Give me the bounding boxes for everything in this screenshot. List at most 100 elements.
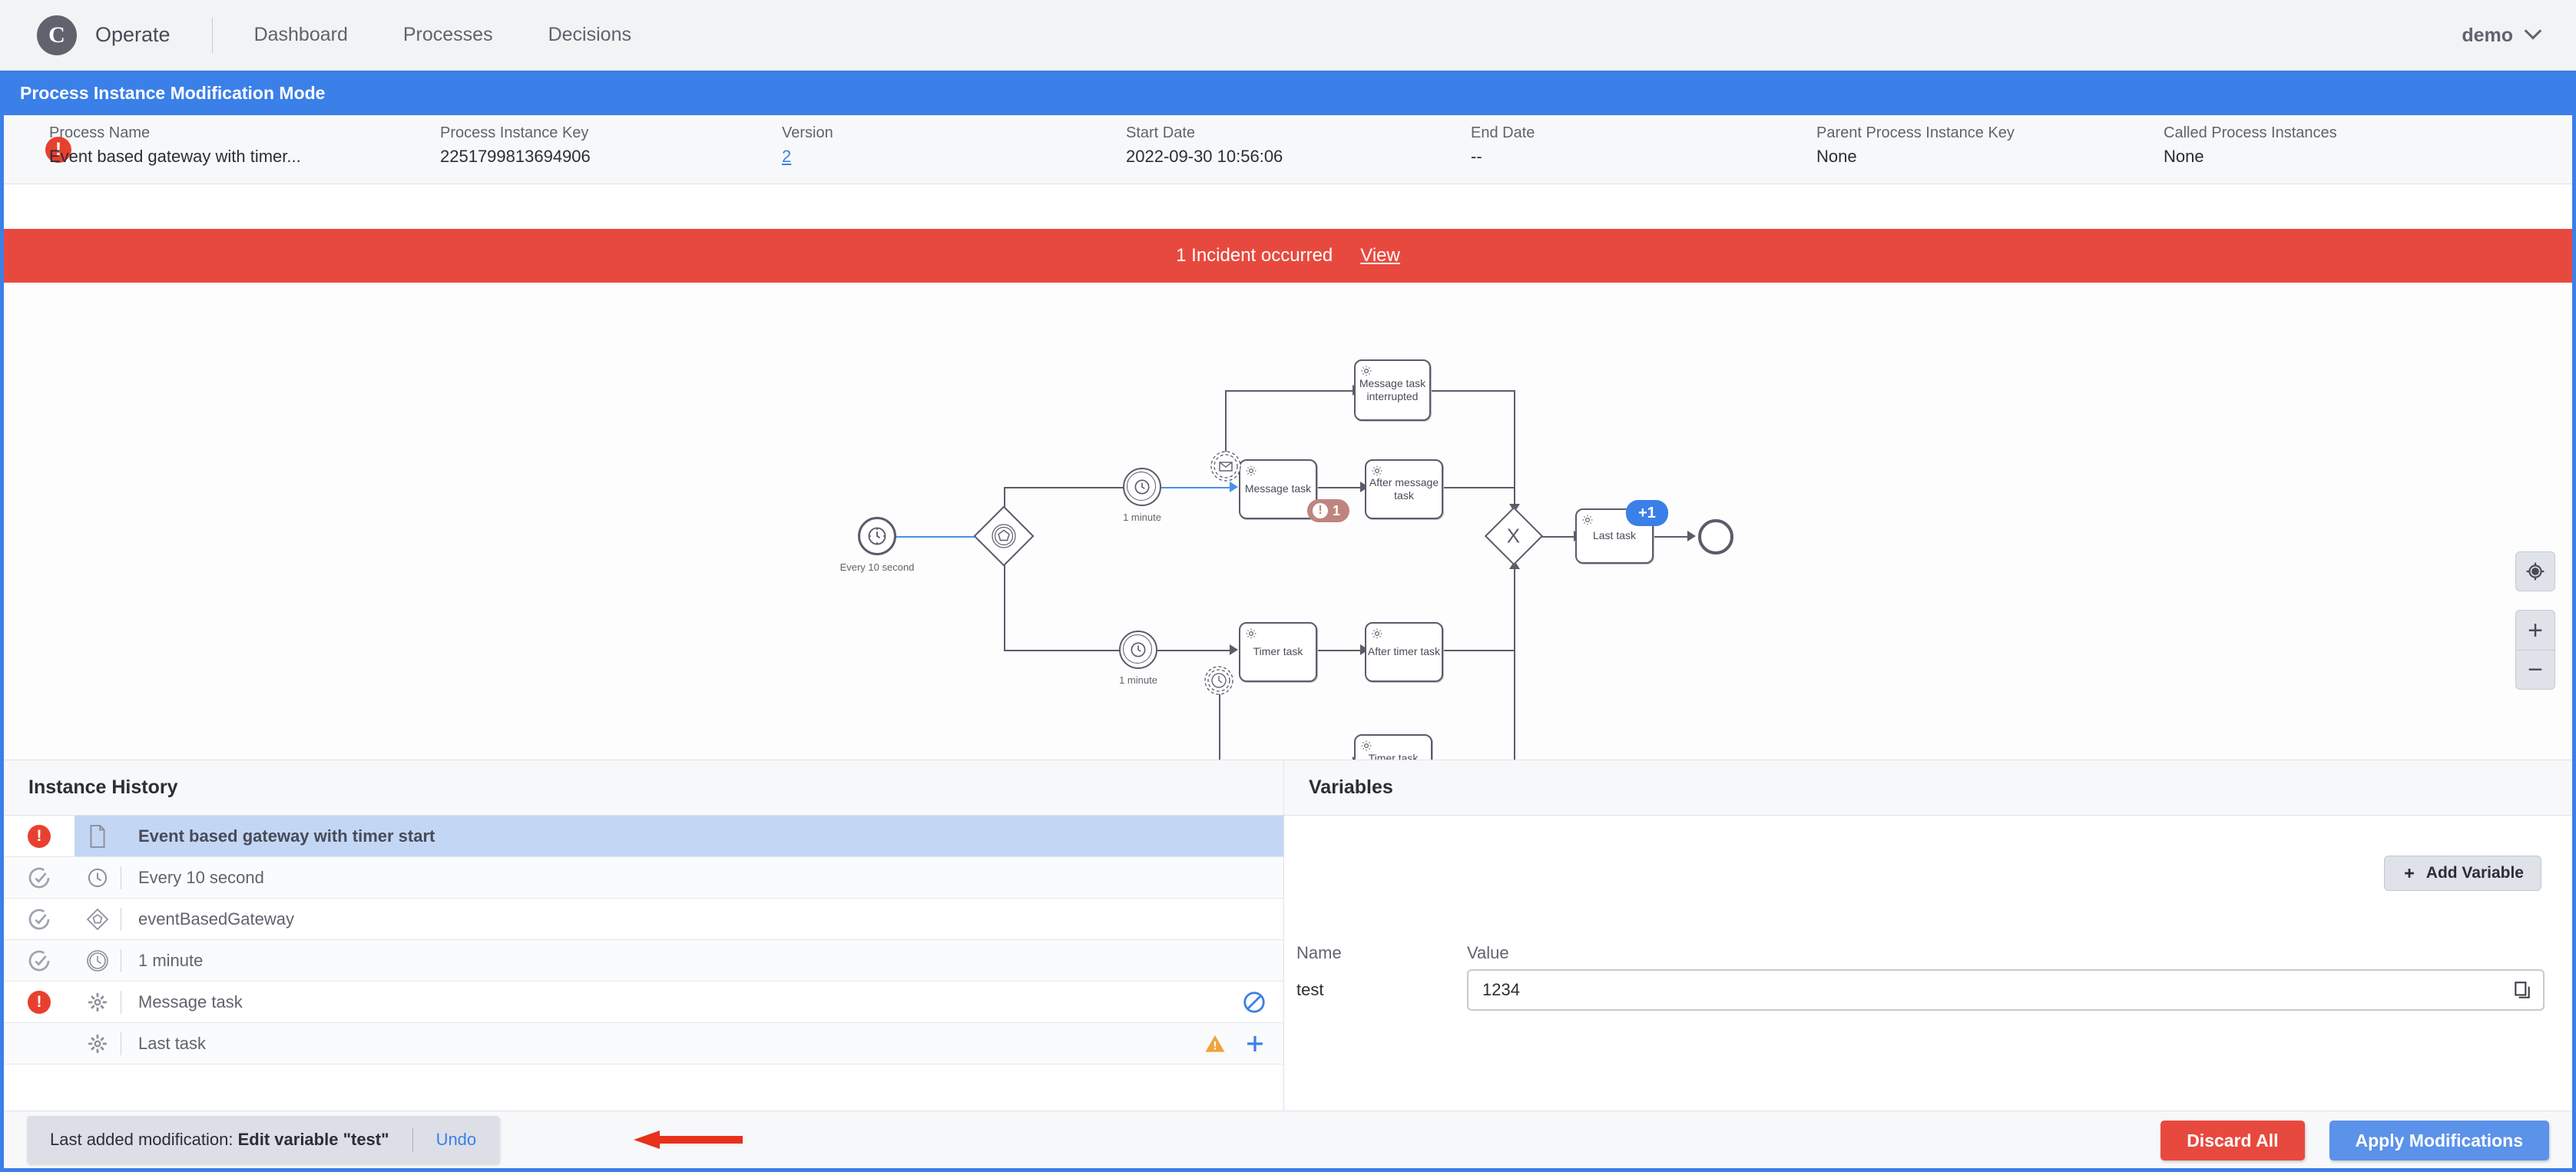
bpmn-node-after-timer-task[interactable]: After timer task bbox=[1365, 622, 1443, 682]
exclusive-gateway-x-icon: X bbox=[1507, 524, 1521, 548]
service-task-icon bbox=[74, 1033, 121, 1054]
cancel-icon[interactable] bbox=[1242, 990, 1266, 1015]
process-instance-key-value: 2251799813694906 bbox=[440, 147, 591, 166]
instance-history-panel: Instance History ! Event based gateway w… bbox=[4, 760, 1284, 1111]
bpmn-modification-badge[interactable]: +1 bbox=[1626, 500, 1668, 526]
add-variable-label: Add Variable bbox=[2425, 864, 2524, 882]
red-pointer-arrow bbox=[634, 1131, 743, 1149]
field-parent-process-instance-key: Parent Process Instance Key None bbox=[1816, 124, 2015, 166]
history-row-process[interactable]: ! Event based gateway with timer start bbox=[4, 816, 1283, 857]
incident-view-link[interactable]: View bbox=[1360, 245, 1400, 267]
history-state-incident: ! bbox=[4, 990, 74, 1014]
history-row-message-task[interactable]: ! Message task bbox=[4, 982, 1283, 1023]
variables-body: Add Variable Name Value test bbox=[1284, 816, 2572, 1111]
variable-value-wrapper bbox=[1467, 969, 2545, 1011]
edge-timer-task-to-after-timer bbox=[1317, 650, 1363, 651]
bpmn-label-message-task-interrupted: Message task interrupted bbox=[1359, 376, 1426, 403]
edge-msg-interrupted-to-join bbox=[1431, 390, 1515, 392]
bpmn-node-timer-start-event[interactable] bbox=[858, 517, 896, 555]
bpmn-label-timer-task: Timer task bbox=[1253, 645, 1303, 658]
field-end-date: End Date -- bbox=[1471, 124, 1535, 166]
edge-join-up-1 bbox=[1514, 568, 1515, 760]
user-menu[interactable]: demo bbox=[2462, 0, 2542, 71]
service-task-gear-icon bbox=[1361, 740, 1372, 751]
bpmn-node-timer-catch-top[interactable] bbox=[1123, 468, 1161, 506]
zoom-out-button[interactable]: − bbox=[2515, 650, 2555, 690]
discard-all-button[interactable]: Discard All bbox=[2160, 1121, 2305, 1160]
toast-divider bbox=[412, 1127, 413, 1152]
bpmn-node-timer-task[interactable]: Timer task bbox=[1239, 622, 1317, 682]
undo-button[interactable]: Undo bbox=[436, 1130, 477, 1150]
apply-modifications-button[interactable]: Apply Modifications bbox=[2329, 1121, 2549, 1160]
edge-timer-to-timer-task bbox=[1157, 650, 1235, 651]
reset-diagram-zoom-button[interactable] bbox=[2515, 551, 2555, 591]
variables-panel: Variables Add Variable Name Value test bbox=[1284, 760, 2572, 1111]
bpmn-label-timer-start: Every 10 second bbox=[839, 561, 915, 573]
timer-event-icon bbox=[74, 867, 121, 889]
incident-banner: 1 Incident occurred View bbox=[4, 229, 2572, 283]
copy-icon[interactable] bbox=[2512, 980, 2532, 1000]
bpmn-diagram-canvas[interactable]: Every 10 second 1 minute 1 minute Messag… bbox=[4, 283, 2572, 760]
incident-badge-count: 1 bbox=[1333, 502, 1341, 518]
edge-message-to-after-message bbox=[1317, 487, 1363, 488]
nav-dashboard[interactable]: Dashboard bbox=[254, 24, 348, 46]
bpmn-boundary-timer-event[interactable] bbox=[1204, 665, 1234, 696]
bpmn-boundary-message-event[interactable] bbox=[1210, 450, 1242, 482]
bpmn-node-after-message-task[interactable]: After message task bbox=[1365, 459, 1443, 519]
history-row-every-10-second[interactable]: Every 10 second bbox=[4, 857, 1283, 899]
history-label-event-based-gateway: eventBasedGateway bbox=[138, 909, 295, 929]
instance-history-title: Instance History bbox=[28, 776, 178, 798]
modification-mode-title: Process Instance Modification Mode bbox=[20, 82, 326, 103]
error-icon: ! bbox=[28, 990, 51, 1014]
modification-mode-banner: Process Instance Modification Mode bbox=[0, 71, 2576, 115]
version-link[interactable]: 2 bbox=[782, 147, 833, 167]
nav-decisions[interactable]: Decisions bbox=[548, 24, 631, 46]
called-process-instances-value: None bbox=[2164, 147, 2204, 166]
timer-catch-icon bbox=[74, 949, 121, 972]
bpmn-node-exclusive-gateway[interactable]: X bbox=[1484, 506, 1544, 566]
edge-gateway-to-timer-bottom bbox=[1004, 650, 1123, 651]
last-modification-text: Last added modification: Edit variable "… bbox=[50, 1130, 389, 1150]
bpmn-incident-badge[interactable]: ! 1 bbox=[1307, 499, 1350, 522]
zoom-in-button[interactable]: + bbox=[2515, 610, 2555, 650]
bpmn-node-end-event[interactable] bbox=[1698, 519, 1733, 555]
zoom-in-label: + bbox=[2528, 615, 2543, 645]
completed-check-icon bbox=[28, 867, 50, 888]
modification-accent-right bbox=[2572, 115, 2576, 1172]
bpmn-node-message-task[interactable]: Message task bbox=[1239, 459, 1317, 519]
modification-footer: Last added modification: Edit variable "… bbox=[4, 1111, 2572, 1168]
edge-end-arrow bbox=[1687, 531, 1696, 541]
add-icon[interactable] bbox=[1243, 1032, 1266, 1055]
bpmn-node-event-based-gateway[interactable] bbox=[973, 505, 1035, 567]
nav-processes[interactable]: Processes bbox=[403, 24, 493, 46]
add-variable-button[interactable]: Add Variable bbox=[2383, 856, 2541, 891]
end-date-value: -- bbox=[1471, 147, 1482, 166]
service-task-gear-icon bbox=[1582, 515, 1593, 525]
service-task-gear-icon bbox=[1372, 465, 1382, 476]
completed-check-icon bbox=[28, 909, 50, 929]
event-gateway-icon bbox=[992, 524, 1016, 548]
bpmn-node-message-task-interrupted[interactable]: Message task interrupted bbox=[1354, 359, 1431, 421]
field-start-date: Start Date 2022-09-30 10:56:06 bbox=[1126, 124, 1283, 166]
camunda-logo-icon: C bbox=[37, 15, 77, 55]
history-label-last-task: Last task bbox=[138, 1033, 207, 1053]
service-task-gear-icon bbox=[1361, 366, 1372, 376]
completed-check-icon bbox=[28, 950, 50, 971]
edge-timer-task-arrow bbox=[1230, 644, 1238, 655]
brand-area[interactable]: C Operate bbox=[37, 15, 171, 55]
field-process-name: Process Name Event based gateway with ti… bbox=[49, 124, 301, 166]
bpmn-node-timer-task-interrupted[interactable]: Timer task interrupted bbox=[1354, 734, 1432, 760]
process-name-value: Event based gateway with timer... bbox=[49, 147, 301, 166]
history-row-1-minute[interactable]: 1 minute bbox=[4, 940, 1283, 982]
history-row-event-based-gateway[interactable]: eventBasedGateway bbox=[4, 899, 1283, 940]
variable-value-input[interactable] bbox=[1467, 969, 2545, 1011]
footer-action-buttons: Discard All Apply Modifications bbox=[2160, 1121, 2549, 1160]
history-row-last-task[interactable]: Last task bbox=[4, 1023, 1283, 1064]
modification-badge-count: +1 bbox=[1638, 504, 1656, 521]
service-task-icon bbox=[74, 992, 121, 1013]
variable-row: test bbox=[1284, 969, 2572, 1011]
history-label-process: Event based gateway with timer start bbox=[138, 826, 435, 846]
warning-icon[interactable] bbox=[1204, 1032, 1227, 1055]
bpmn-node-timer-catch-bottom[interactable] bbox=[1119, 631, 1157, 669]
edge-msg-boundary-to-interrupted bbox=[1225, 390, 1356, 392]
